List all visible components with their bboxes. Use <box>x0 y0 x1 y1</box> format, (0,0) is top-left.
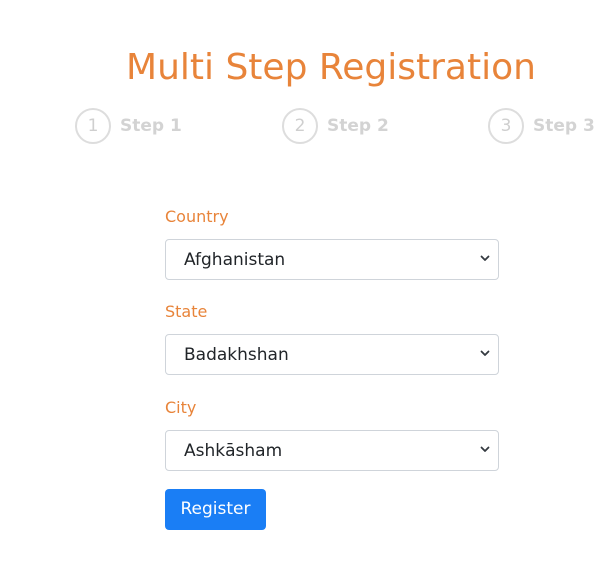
step-3-label: Step 3 <box>533 116 595 136</box>
step-2: 2 Step 2 <box>282 107 389 145</box>
registration-form: Country Afghanistan State Badakhshan Cit… <box>165 205 499 530</box>
step-1-number-circle: 1 <box>75 108 111 144</box>
chevron-down-icon <box>480 444 490 454</box>
registration-page: Multi Step Registration 1 Step 1 2 Step … <box>0 0 610 569</box>
step-1: 1 Step 1 <box>75 107 182 145</box>
state-field-group: State Badakhshan <box>165 300 499 375</box>
city-select-value: Ashkāsham <box>184 440 283 461</box>
city-label: City <box>165 398 197 417</box>
country-select-value: Afghanistan <box>184 249 286 270</box>
state-select[interactable]: Badakhshan <box>165 334 499 375</box>
city-field-group: City Ashkāsham <box>165 396 499 471</box>
register-button[interactable]: Register <box>165 489 266 530</box>
step-2-number-circle: 2 <box>282 108 318 144</box>
step-indicator: 1 Step 1 2 Step 2 3 Step 3 <box>0 107 610 145</box>
state-label: State <box>165 302 208 321</box>
chevron-down-icon <box>480 348 490 358</box>
country-select[interactable]: Afghanistan <box>165 239 499 280</box>
page-title: Multi Step Registration <box>126 47 536 89</box>
chevron-down-icon <box>480 253 490 263</box>
step-1-label: Step 1 <box>120 116 182 136</box>
step-3-number-circle: 3 <box>488 108 524 144</box>
country-label: Country <box>165 207 229 226</box>
step-2-label: Step 2 <box>327 116 389 136</box>
city-select[interactable]: Ashkāsham <box>165 430 499 471</box>
country-field-group: Country Afghanistan <box>165 205 499 280</box>
step-3: 3 Step 3 <box>488 107 595 145</box>
state-select-value: Badakhshan <box>184 344 289 365</box>
